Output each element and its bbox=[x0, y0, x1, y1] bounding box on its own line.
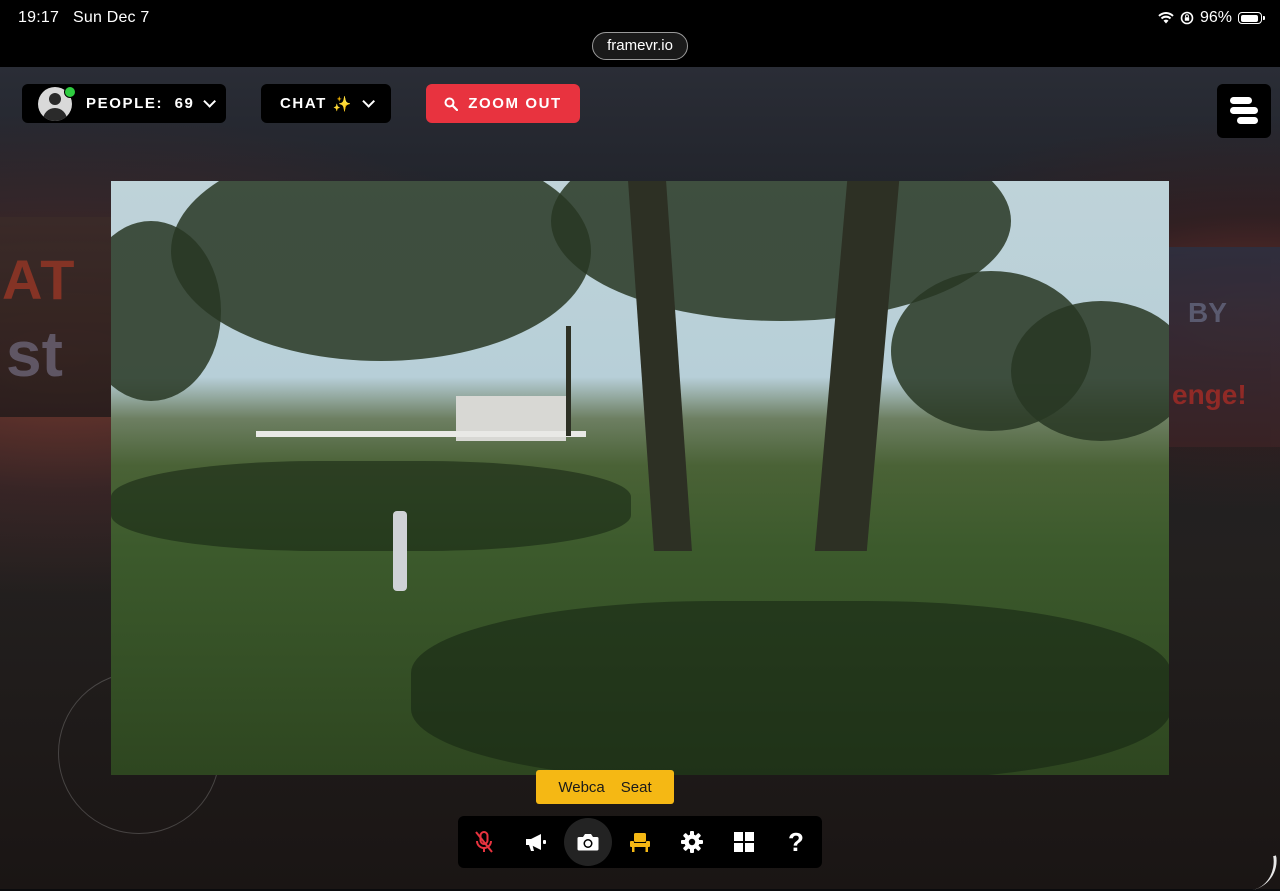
theater-marquee-left: AT st bbox=[0, 217, 112, 417]
seat-button[interactable] bbox=[614, 816, 666, 868]
marquee-text-right-bottom: enge! bbox=[1172, 379, 1247, 410]
white-fence bbox=[256, 431, 586, 437]
megaphone-button[interactable] bbox=[510, 816, 562, 868]
marquee-text-right-top: BY bbox=[1188, 297, 1227, 328]
battery-percent: 96% bbox=[1199, 9, 1232, 26]
grid-icon bbox=[734, 832, 754, 852]
mic-toggle-button[interactable] bbox=[458, 816, 510, 868]
menu-bar-icon bbox=[1230, 107, 1258, 114]
orientation-lock-icon bbox=[1180, 11, 1194, 25]
camera-icon bbox=[577, 834, 599, 851]
tooltip-seat-label: Seat bbox=[620, 778, 652, 796]
marquee-text-left-top: AT bbox=[2, 248, 77, 311]
gear-icon bbox=[681, 831, 703, 853]
chevron-down-icon bbox=[203, 95, 217, 108]
status-indicators: 96% bbox=[1158, 9, 1265, 27]
tree-shadow bbox=[111, 461, 631, 551]
tooltip-webcam-label: Webca bbox=[558, 778, 605, 796]
marquee-text-left-bottom: st bbox=[6, 318, 63, 390]
megaphone-icon bbox=[526, 834, 546, 851]
seat-icon bbox=[630, 833, 650, 852]
theater-marquee-right: BY enge! bbox=[1168, 247, 1280, 447]
walking-person bbox=[393, 511, 407, 591]
people-label: PEOPLE: bbox=[86, 95, 164, 112]
status-bar: 19:17 Sun Dec 7 96% framevr.io bbox=[0, 0, 1280, 67]
tree-shadow bbox=[411, 601, 1169, 775]
date-text: Sun Dec 7 bbox=[72, 9, 150, 26]
video-screen[interactable] bbox=[111, 181, 1169, 775]
settings-button[interactable] bbox=[666, 816, 718, 868]
toolbar-tooltip: Webca Seat bbox=[536, 770, 674, 804]
zoom-out-button[interactable]: ZOOM OUT bbox=[426, 84, 580, 123]
mic-muted-icon bbox=[475, 831, 493, 853]
menu-bar-icon bbox=[1237, 117, 1258, 124]
chevron-down-icon bbox=[362, 95, 376, 108]
help-button[interactable]: ? bbox=[770, 816, 822, 868]
zoom-out-label: ZOOM OUT bbox=[468, 95, 562, 112]
camera-button[interactable] bbox=[562, 816, 614, 868]
people-button[interactable]: PEOPLE: 69 bbox=[22, 84, 226, 123]
battery-icon bbox=[1238, 12, 1265, 24]
bottom-toolbar: ? bbox=[458, 816, 822, 868]
wifi-icon bbox=[1158, 12, 1174, 24]
search-icon bbox=[444, 97, 459, 111]
chat-label: CHAT bbox=[280, 95, 327, 112]
apps-grid-button[interactable] bbox=[718, 816, 770, 868]
people-count: 69 bbox=[174, 95, 195, 112]
help-icon: ? bbox=[788, 826, 804, 857]
sparkles-icon: ✨ bbox=[332, 95, 354, 113]
tree-canopy bbox=[171, 181, 591, 361]
chat-button[interactable]: CHAT ✨ bbox=[261, 84, 391, 123]
time-text: 19:17 bbox=[18, 9, 60, 26]
menu-button[interactable] bbox=[1217, 84, 1271, 138]
online-status-dot bbox=[64, 86, 76, 98]
status-time: 19:17 Sun Dec 7 bbox=[18, 9, 150, 27]
menu-bar-icon bbox=[1230, 97, 1252, 104]
lamp-post bbox=[566, 326, 571, 436]
url-bar[interactable]: framevr.io bbox=[592, 32, 688, 60]
